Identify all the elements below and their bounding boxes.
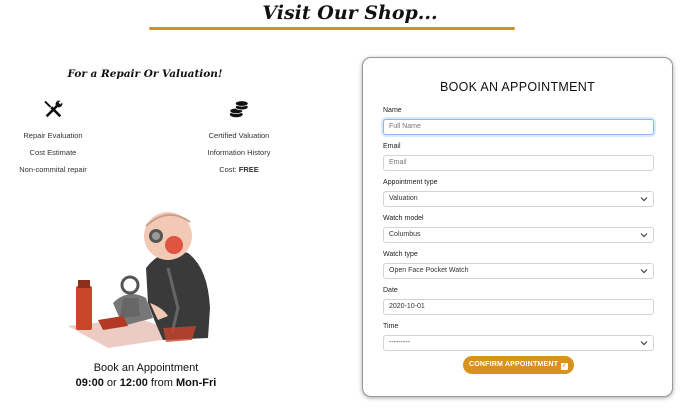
confirm-label: CONFIRM APPOINTMENT [468, 361, 559, 368]
chevron-down-icon [640, 269, 648, 274]
info-section: For a Repair Or Valuation! Repair Evalua… [0, 60, 360, 410]
date-label: Date [383, 287, 398, 294]
chevron-down-icon [640, 197, 648, 202]
watch-model-value: Columbus [389, 231, 421, 238]
watchmaker-illustration [68, 212, 210, 348]
info-heading: For a Repair Or Valuation! [67, 68, 223, 80]
repair-item: Non-commital repair [19, 165, 87, 174]
opening-hours: 09:00 or 12:00 from Mon-Fri [0, 377, 292, 389]
name-input[interactable]: Full Name [383, 119, 654, 135]
watch-type-select[interactable]: Open Face Pocket Watch [383, 263, 654, 279]
repair-item: Repair Evaluation [23, 131, 83, 140]
time-value: --------- [389, 339, 410, 346]
watch-type-value: Open Face Pocket Watch [389, 267, 469, 274]
watch-model-label: Watch model [383, 215, 424, 222]
repair-item: Cost Estimate [29, 148, 77, 157]
appointment-type-label: Appointment type [383, 179, 438, 186]
name-placeholder: Full Name [389, 123, 421, 130]
appointment-type-value: Valuation [389, 195, 418, 202]
cost-value: FREE [238, 165, 259, 174]
chevron-down-icon [640, 341, 648, 346]
hours-from: from [147, 377, 176, 389]
date-input[interactable]: 2020-10-01 [383, 299, 654, 315]
appointment-form: BOOK AN APPOINTMENT Name Full Name Email… [362, 57, 673, 397]
hours-days: Mon-Fri [175, 377, 217, 389]
chevron-down-icon [640, 233, 648, 238]
date-value: 2020-10-01 [389, 303, 425, 310]
hours-end: 12:00 [119, 377, 148, 389]
valuation-column: Certified Valuation Information History … [169, 98, 309, 178]
time-label: Time [383, 323, 399, 330]
appointment-type-select[interactable]: Valuation [383, 191, 654, 207]
watch-type-label: Watch type [383, 251, 418, 258]
name-label: Name [383, 107, 402, 114]
cost-label: Cost: [219, 165, 239, 174]
confirm-appointment-button[interactable]: CONFIRM APPOINTMENT ✓ [463, 356, 574, 374]
valuation-item: Certified Valuation [208, 131, 270, 140]
email-label: Email [383, 143, 401, 150]
coins-stack-icon [229, 100, 249, 118]
hours-start: 09:00 [75, 377, 104, 389]
book-caption: Book an Appointment [93, 362, 199, 374]
email-placeholder: Email [389, 159, 407, 166]
title-underline [149, 27, 515, 30]
time-select[interactable]: --------- [383, 335, 654, 351]
page-title: Visit Our Shop... [262, 2, 438, 24]
watch-model-select[interactable]: Columbus [383, 227, 654, 243]
repair-column: Repair Evaluation Cost Estimate Non-comm… [0, 98, 123, 178]
hours-sep: or [103, 377, 120, 389]
wrench-screwdriver-icon [44, 100, 63, 118]
check-square-icon: ✓ [561, 363, 569, 370]
valuation-item: Information History [207, 148, 271, 157]
cost-line: Cost: FREE [169, 161, 309, 178]
email-input[interactable]: Email [383, 155, 654, 171]
form-title: BOOK AN APPOINTMENT [439, 80, 596, 94]
